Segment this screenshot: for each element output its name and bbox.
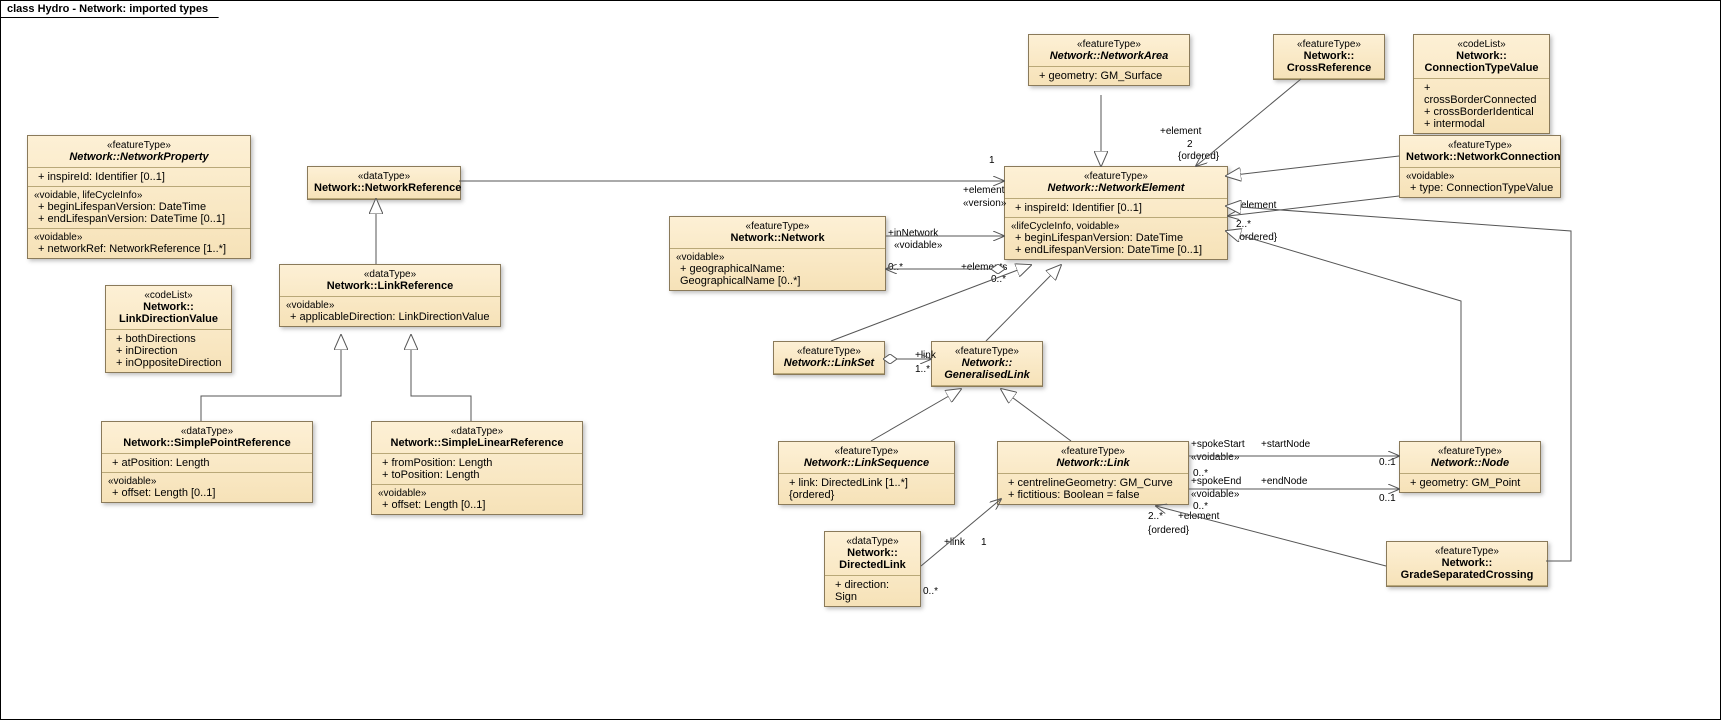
- class-cross-reference[interactable]: «featureType»Network:: CrossReference: [1273, 34, 1385, 80]
- label-m0s-1: 0..*: [991, 274, 1006, 285]
- label-m0s-3: 0..*: [923, 586, 938, 597]
- class-network-property[interactable]: «featureType»Network::NetworkProperty + …: [27, 135, 251, 259]
- label-m01-2: 0..1: [1379, 493, 1396, 504]
- class-directed-link[interactable]: «dataType»Network:: DirectedLink + direc…: [824, 531, 921, 607]
- class-link-set[interactable]: «featureType»Network::LinkSet: [773, 341, 885, 375]
- frame-title: class Hydro - Network: imported types: [0, 0, 219, 18]
- label-version: «version»: [963, 198, 1006, 209]
- class-network-reference[interactable]: «dataType»Network::NetworkReference: [307, 166, 461, 200]
- label-ordered-3: {ordered}: [1148, 525, 1189, 536]
- label-voidable-3: «voidable»: [1191, 489, 1239, 500]
- label-m1-2: 1: [981, 537, 987, 548]
- label-voidable: «voidable»: [894, 240, 942, 251]
- label-voidable-2: «voidable»: [1191, 452, 1239, 463]
- class-link-direction-value[interactable]: «codeList»Network:: LinkDirectionValue +…: [105, 285, 232, 373]
- class-simple-linear-reference[interactable]: «dataType»Network::SimpleLinearReference…: [371, 421, 583, 515]
- label-spoke-start: +spokeStart: [1191, 439, 1245, 450]
- label-m2s-2: 2..*: [1148, 511, 1163, 522]
- class-network-element[interactable]: «featureType»Network::NetworkElement «li…: [1004, 166, 1228, 260]
- class-network-area[interactable]: «featureType»Network::NetworkArea + geom…: [1028, 34, 1190, 86]
- label-ordered-2: {ordered}: [1236, 232, 1277, 243]
- class-network[interactable]: «featureType»Network::Network «voidable»…: [669, 216, 886, 291]
- label-spoke-end: +spokeEnd: [1191, 476, 1241, 487]
- label-in-network: +inNetwork: [888, 228, 938, 239]
- label-element-d: +element: [1178, 511, 1219, 522]
- label-m0s-2: 0..*: [888, 262, 903, 273]
- label-element-a: +element: [963, 185, 1004, 196]
- label-end-node: +endNode: [1261, 476, 1307, 487]
- label-ordered-1: {ordered}: [1178, 151, 1219, 162]
- label-element-c: +element: [1235, 200, 1276, 211]
- label-m1: 1: [989, 155, 995, 166]
- label-m01-1: 0..1: [1379, 457, 1396, 468]
- class-link[interactable]: «featureType»Network::Link + centrelineG…: [997, 441, 1189, 505]
- label-m2: 2: [1187, 139, 1193, 150]
- class-link-reference[interactable]: «dataType»Network::LinkReference «voidab…: [279, 264, 501, 327]
- label-elements: +elements: [961, 262, 1007, 273]
- label-m2s: 2..*: [1236, 219, 1251, 230]
- class-simple-point-reference[interactable]: «dataType»Network::SimplePointReference …: [101, 421, 313, 503]
- class-link-sequence[interactable]: «featureType»Network::LinkSequence + lin…: [778, 441, 955, 505]
- class-grade-separated-crossing[interactable]: «featureType»Network:: GradeSeparatedCro…: [1386, 541, 1548, 587]
- label-element-b: +element: [1160, 126, 1201, 137]
- class-node[interactable]: «featureType»Network::Node + geometry: G…: [1399, 441, 1541, 493]
- label-link: +link: [915, 350, 936, 361]
- label-link-2: +link: [944, 537, 965, 548]
- class-network-connection[interactable]: «featureType»Network::NetworkConnection …: [1399, 135, 1561, 198]
- label-start-node: +startNode: [1261, 439, 1310, 450]
- diagram-canvas: class Hydro - Network: imported types «f…: [0, 0, 1721, 720]
- class-connection-type-value[interactable]: «codeList»Network:: ConnectionTypeValue …: [1413, 34, 1550, 134]
- label-m0s-5: 0..*: [1193, 501, 1208, 512]
- class-generalised-link[interactable]: «featureType»Network:: GeneralisedLink: [931, 341, 1043, 387]
- label-m1s: 1..*: [915, 364, 930, 375]
